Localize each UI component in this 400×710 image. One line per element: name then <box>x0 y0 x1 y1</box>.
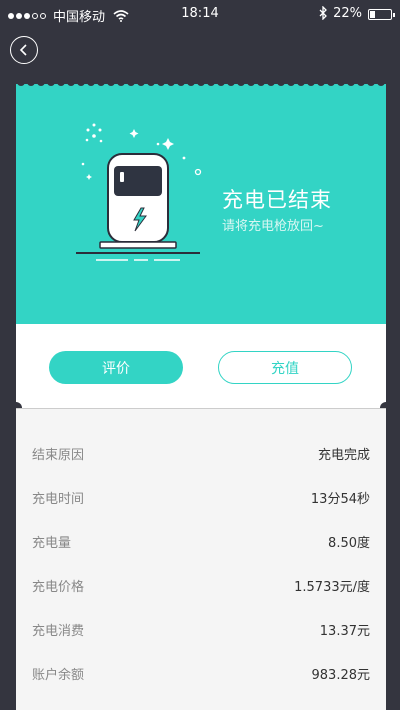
detail-row-charge-amount: 充电量 8.50度 <box>16 520 386 564</box>
detail-row-charge-cost: 充电消费 13.37元 <box>16 608 386 652</box>
charging-details: 结束原因 充电完成 充电时间 13分54秒 充电量 8.50度 充电价格 1.5… <box>16 408 386 710</box>
scallop-edge <box>16 84 386 94</box>
detail-label: 充电时间 <box>32 492 85 507</box>
detail-label: 充电量 <box>32 536 72 551</box>
detail-label: 结束原因 <box>32 448 85 463</box>
result-subtitle: 请将充电枪放回~ <box>222 219 324 234</box>
result-title: 充电已结束 <box>222 188 332 212</box>
divider <box>16 408 386 409</box>
battery-percentage: 22% <box>333 6 362 21</box>
detail-value: 983.28元 <box>311 668 371 683</box>
detail-value: 1.5733元/度 <box>294 580 370 595</box>
battery-icon <box>368 9 395 20</box>
charging-result-card: 充电已结束 请将充电枪放回~ 评价 充值 结束原因 充电完成 充电时间 13分5… <box>16 84 386 710</box>
detail-row-charge-time: 充电时间 13分54秒 <box>16 476 386 520</box>
chevron-left-icon <box>19 44 27 56</box>
back-button[interactable] <box>10 36 38 64</box>
rate-button[interactable]: 评价 <box>49 351 183 384</box>
detail-value: 13分54秒 <box>310 492 370 507</box>
detail-value: 充电完成 <box>317 448 370 463</box>
recharge-button[interactable]: 充值 <box>218 351 352 384</box>
detail-label: 账户余额 <box>32 668 85 683</box>
detail-value: 13.37元 <box>319 624 370 639</box>
detail-value: 8.50度 <box>328 536 370 551</box>
result-header: 充电已结束 请将充电枪放回~ <box>16 84 386 324</box>
bluetooth-icon <box>319 6 327 20</box>
detail-row-balance: 账户余额 983.28元 <box>16 652 386 696</box>
status-bar: 中国移动 18:14 22% <box>0 0 400 28</box>
detail-row-charge-price: 充电价格 1.5733元/度 <box>16 564 386 608</box>
detail-label: 充电消费 <box>32 624 85 639</box>
detail-row-end-reason: 结束原因 充电完成 <box>16 432 386 476</box>
charger-station-icon <box>76 123 202 261</box>
detail-label: 充电价格 <box>32 580 85 595</box>
